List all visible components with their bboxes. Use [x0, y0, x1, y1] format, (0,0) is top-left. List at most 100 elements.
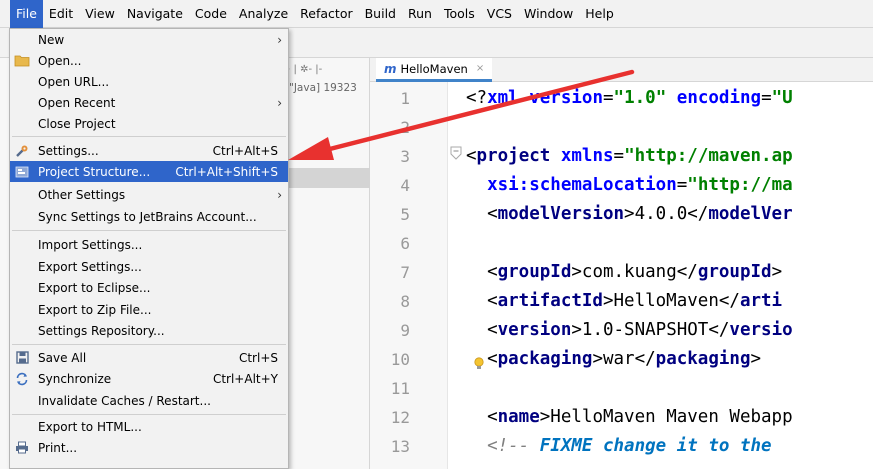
menu-item-label: Project Structure...: [38, 164, 151, 179]
line-number: 8: [400, 292, 410, 311]
menu-analyze[interactable]: Analyze: [233, 0, 294, 28]
menu-edit[interactable]: Edit: [43, 0, 79, 28]
menu-navigate[interactable]: Navigate: [121, 0, 189, 28]
menu-build[interactable]: Build: [359, 0, 402, 28]
menu-item-open-recent[interactable]: Open Recent ›: [10, 92, 288, 113]
code-line[interactable]: <name>HelloMaven Maven Webapp: [466, 403, 793, 432]
menu-item-close-project[interactable]: Close Project: [10, 113, 288, 134]
line-number: 9: [400, 321, 410, 340]
lightbulb-icon[interactable]: [473, 357, 485, 371]
menu-run[interactable]: Run: [402, 0, 438, 28]
menu-item-shortcut: Ctrl+Alt+Y: [212, 371, 278, 386]
menu-item-invalidate-caches[interactable]: Invalidate Caches / Restart...: [10, 390, 288, 411]
menu-view[interactable]: View: [79, 0, 121, 28]
menu-item-label: Save All: [38, 350, 87, 365]
menu-vcs[interactable]: VCS: [481, 0, 518, 28]
close-icon[interactable]: ×: [476, 63, 484, 74]
menu-item-export-html[interactable]: Export to HTML...: [10, 416, 288, 437]
menu-tools[interactable]: Tools: [438, 0, 481, 28]
menu-refactor[interactable]: Refactor: [294, 0, 358, 28]
line-number: 1: [400, 89, 410, 108]
menu-item-label: Sync Settings to JetBrains Account...: [38, 209, 257, 224]
menu-item-shortcut: Ctrl+Alt+S: [212, 143, 278, 158]
tab-label: HelloMaven: [400, 61, 468, 76]
code-line[interactable]: <!-- FIXME change it to the: [466, 432, 782, 461]
menu-item-export-settings[interactable]: Export Settings...: [10, 256, 288, 277]
project-tree-selection[interactable]: [282, 168, 370, 188]
line-number: 10: [390, 350, 410, 369]
code-line[interactable]: <groupId>com.kuang</groupId>: [466, 258, 782, 287]
menu-separator: [12, 136, 286, 137]
menu-item-label: Close Project: [38, 116, 116, 131]
menu-window[interactable]: Window: [518, 0, 579, 28]
folder-icon: [14, 53, 30, 69]
menu-item-synchronize[interactable]: Synchronize Ctrl+Alt+Y: [10, 368, 288, 389]
menu-item-label: Open...: [38, 53, 82, 68]
menu-item-label: Settings...: [38, 143, 99, 158]
menu-item-label: Export to Zip File...: [38, 302, 152, 317]
menu-item-label: New: [38, 32, 65, 47]
sync-icon: [14, 371, 30, 387]
chevron-right-icon: ›: [277, 187, 282, 202]
menu-help[interactable]: Help: [579, 0, 620, 28]
menu-item-print[interactable]: Print...: [10, 437, 288, 458]
menu-separator: [12, 344, 286, 345]
maven-icon: m: [384, 61, 397, 76]
line-number: 3: [400, 147, 410, 166]
menu-separator: [12, 414, 286, 415]
menu-item-label: Import Settings...: [38, 237, 143, 252]
project-tree-text: "Java] 19323: [289, 82, 357, 94]
code-line[interactable]: xsi:schemaLocation="http://ma: [466, 171, 793, 200]
file-menu-dropdown: New › Open... Open URL... Open Recent › …: [9, 28, 289, 469]
line-number: 4: [400, 176, 410, 195]
menu-code[interactable]: Code: [189, 0, 233, 28]
chevron-right-icon: ›: [277, 32, 282, 47]
code-line[interactable]: <project xmlns="http://maven.ap: [466, 142, 793, 171]
fold-marker-icon[interactable]: [450, 146, 462, 160]
menu-item-open-url[interactable]: Open URL...: [10, 71, 288, 92]
code-line[interactable]: <artifactId>HelloMaven</arti: [466, 287, 782, 316]
line-number: 6: [400, 234, 410, 253]
menu-item-import-settings[interactable]: Import Settings...: [10, 234, 288, 255]
menu-item-save-all[interactable]: Save All Ctrl+S: [10, 347, 288, 368]
menu-item-new[interactable]: New ›: [10, 29, 288, 50]
menu-item-label: Print...: [38, 440, 78, 455]
wrench-icon: [14, 143, 30, 159]
menu-separator: [12, 230, 286, 231]
code-line[interactable]: <version>1.0-SNAPSHOT</versio: [466, 316, 793, 345]
printer-icon: [14, 440, 30, 456]
menu-item-label: Export Settings...: [38, 259, 142, 274]
tab-hellomaven[interactable]: m HelloMaven ×: [376, 58, 493, 82]
menu-item-label: Export to Eclipse...: [38, 280, 151, 295]
chevron-right-icon: ›: [277, 95, 282, 110]
line-number: 12: [390, 408, 410, 427]
menu-item-label: Synchronize: [38, 371, 112, 386]
line-number: 5: [400, 205, 410, 224]
editor-tab-bar: m HelloMaven ×: [370, 58, 873, 82]
menu-item-settings-repository[interactable]: Settings Repository...: [10, 320, 288, 341]
code-editor[interactable]: <?xml version="1.0" encoding="U <project …: [448, 82, 873, 469]
code-line[interactable]: <?xml version="1.0" encoding="U: [466, 84, 793, 113]
menu-item-settings[interactable]: Settings... Ctrl+Alt+S: [10, 140, 288, 161]
code-line[interactable]: <modelVersion>4.0.0</modelVer: [466, 200, 793, 229]
menu-item-shortcut: Ctrl+Alt+Shift+S: [175, 164, 278, 179]
menu-item-export-eclipse[interactable]: Export to Eclipse...: [10, 277, 288, 298]
code-line[interactable]: <packaging>war</packaging>: [466, 345, 761, 374]
menu-item-label: Open Recent: [38, 95, 116, 110]
menu-item-export-zip[interactable]: Export to Zip File...: [10, 299, 288, 320]
menu-item-shortcut: Ctrl+S: [238, 350, 278, 365]
project-structure-icon: [14, 164, 30, 180]
menu-item-sync-settings[interactable]: Sync Settings to JetBrains Account...: [10, 206, 288, 227]
line-number: 2: [400, 118, 410, 137]
menu-item-open[interactable]: Open...: [10, 50, 288, 71]
save-icon: [14, 350, 30, 366]
line-number: 11: [390, 379, 410, 398]
menu-file[interactable]: File: [10, 0, 43, 28]
menu-item-project-structure[interactable]: Project Structure... Ctrl+Alt+Shift+S: [10, 161, 288, 182]
menu-item-label: Open URL...: [38, 74, 110, 89]
menu-item-label: Settings Repository...: [38, 323, 165, 338]
menu-bar: File Edit View Navigate Code Analyze Ref…: [0, 0, 873, 28]
menu-item-label: Export to HTML...: [38, 419, 142, 434]
menu-item-other-settings[interactable]: Other Settings ›: [10, 184, 288, 205]
line-number: 13: [390, 437, 410, 456]
